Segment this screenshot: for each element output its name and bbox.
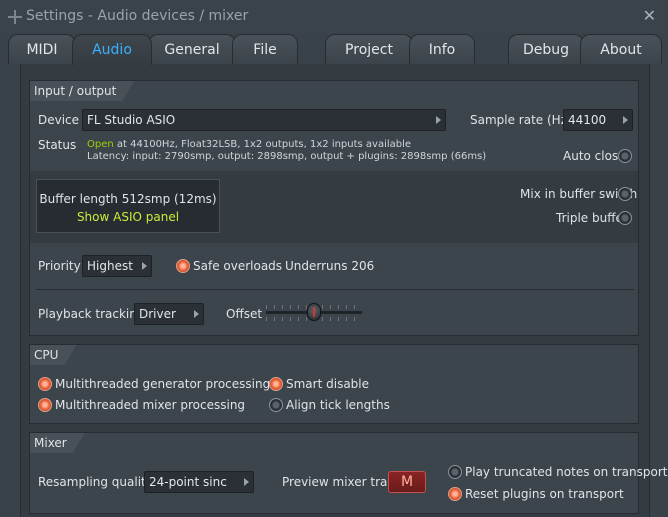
- device-value: FL Studio ASIO: [87, 113, 176, 127]
- smart-disable-label: Smart disable: [286, 377, 370, 391]
- resampling-quality-label: Resampling quality: [38, 475, 153, 489]
- align-tick-lengths-label: Align tick lengths: [286, 398, 390, 412]
- show-asio-panel-link[interactable]: Show ASIO panel: [37, 210, 219, 224]
- tab-info[interactable]: Info: [409, 34, 475, 64]
- tab-debug[interactable]: Debug: [508, 34, 584, 64]
- chevron-right-icon: [244, 478, 249, 486]
- tab-midi[interactable]: MIDI: [8, 34, 76, 64]
- window-title: Settings - Audio devices / mixer: [26, 8, 249, 24]
- playback-tracking-label: Playback tracking: [38, 307, 145, 321]
- status-details: at 44100Hz, Float32LSB, 1x2 outputs, 1x2…: [113, 139, 412, 150]
- resampling-quality-dropdown[interactable]: 24-point sinc: [144, 471, 254, 493]
- settings-content: Input / output Device FL Studio ASIO Sam…: [20, 64, 667, 517]
- chevron-right-icon: [142, 262, 147, 270]
- tab-bar: MIDI Audio General File Project Info Deb…: [0, 34, 668, 65]
- multithreaded-mixer-label: Multithreaded mixer processing: [55, 398, 246, 412]
- tab-audio[interactable]: Audio: [72, 34, 152, 65]
- device-dropdown[interactable]: FL Studio ASIO: [82, 109, 446, 131]
- mixer-header: Mixer: [30, 433, 85, 453]
- io-divider: [36, 289, 634, 290]
- buffer-length-text: Buffer length 512smp (12ms): [39, 192, 217, 206]
- status-line-1: Open at 44100Hz, Float32LSB, 1x2 outputs…: [87, 139, 411, 150]
- playback-tracking-value: Driver: [139, 307, 176, 321]
- reset-plugins-toggle[interactable]: [448, 487, 462, 501]
- sample-rate-value: 44100: [568, 113, 607, 127]
- multithreaded-generator-toggle[interactable]: [38, 377, 52, 391]
- reset-plugins-label: Reset plugins on transport: [465, 487, 624, 501]
- tab-project[interactable]: Project: [325, 34, 413, 64]
- priority-value: Highest: [87, 259, 133, 273]
- auto-close-toggle[interactable]: [618, 149, 632, 163]
- safe-overloads-label: Safe overloads: [193, 259, 283, 273]
- buffer-length-box[interactable]: Buffer length 512smp (12ms) Show ASIO pa…: [36, 179, 220, 233]
- move-icon[interactable]: [8, 10, 22, 24]
- triple-buffer-toggle[interactable]: [618, 211, 632, 225]
- priority-dropdown[interactable]: Highest: [82, 255, 152, 277]
- buffer-area: Buffer length 512smp (12ms) Show ASIO pa…: [30, 171, 638, 243]
- status-line-2: Latency: input: 2790smp, output: 2898smp…: [87, 151, 487, 162]
- safe-overloads-toggle[interactable]: [176, 259, 190, 273]
- close-icon[interactable]: ✕: [643, 6, 656, 25]
- cpu-header: CPU: [30, 345, 76, 365]
- offset-label: Offset: [226, 307, 263, 321]
- multithreaded-mixer-toggle[interactable]: [38, 398, 52, 412]
- sample-rate-label: Sample rate (Hz): [470, 113, 572, 127]
- status-label: Status: [38, 138, 77, 152]
- resampling-quality-value: 24-point sinc: [149, 475, 227, 489]
- play-truncated-notes-toggle[interactable]: [448, 465, 462, 479]
- priority-label: Priority: [38, 259, 81, 273]
- play-truncated-notes-label: Play truncated notes on transport: [465, 465, 668, 479]
- preview-mixer-track-label: Preview mixer track: [282, 475, 401, 489]
- input-output-panel: Input / output Device FL Studio ASIO Sam…: [29, 80, 639, 336]
- title-bar: Settings - Audio devices / mixer ✕: [0, 0, 668, 34]
- device-label: Device: [38, 113, 80, 127]
- playback-tracking-dropdown[interactable]: Driver: [134, 303, 204, 325]
- multithreaded-generator-label: Multithreaded generator processing: [55, 377, 271, 391]
- chevron-right-icon: [436, 116, 441, 124]
- offset-slider-knob[interactable]: [307, 303, 321, 321]
- preview-mixer-track-button[interactable]: M: [388, 471, 426, 493]
- chevron-right-icon: [623, 116, 628, 124]
- align-tick-lengths-toggle[interactable]: [269, 398, 283, 412]
- tab-file[interactable]: File: [232, 34, 298, 64]
- mixer-panel: Mixer Resampling quality 24-point sinc P…: [29, 432, 667, 514]
- input-output-header: Input / output: [30, 81, 134, 101]
- auto-close-label: Auto close: [563, 149, 626, 163]
- tab-about[interactable]: About: [580, 34, 662, 64]
- status-open-text: Open: [87, 139, 114, 150]
- chevron-right-icon: [194, 310, 199, 318]
- mix-in-buffer-switch-toggle[interactable]: [618, 187, 632, 201]
- tab-general[interactable]: General: [148, 34, 236, 64]
- cpu-panel: CPU Multithreaded generator processing M…: [29, 344, 639, 424]
- sample-rate-dropdown[interactable]: 44100: [563, 109, 633, 131]
- smart-disable-toggle[interactable]: [269, 377, 283, 391]
- underruns-text: Underruns 206: [285, 259, 375, 273]
